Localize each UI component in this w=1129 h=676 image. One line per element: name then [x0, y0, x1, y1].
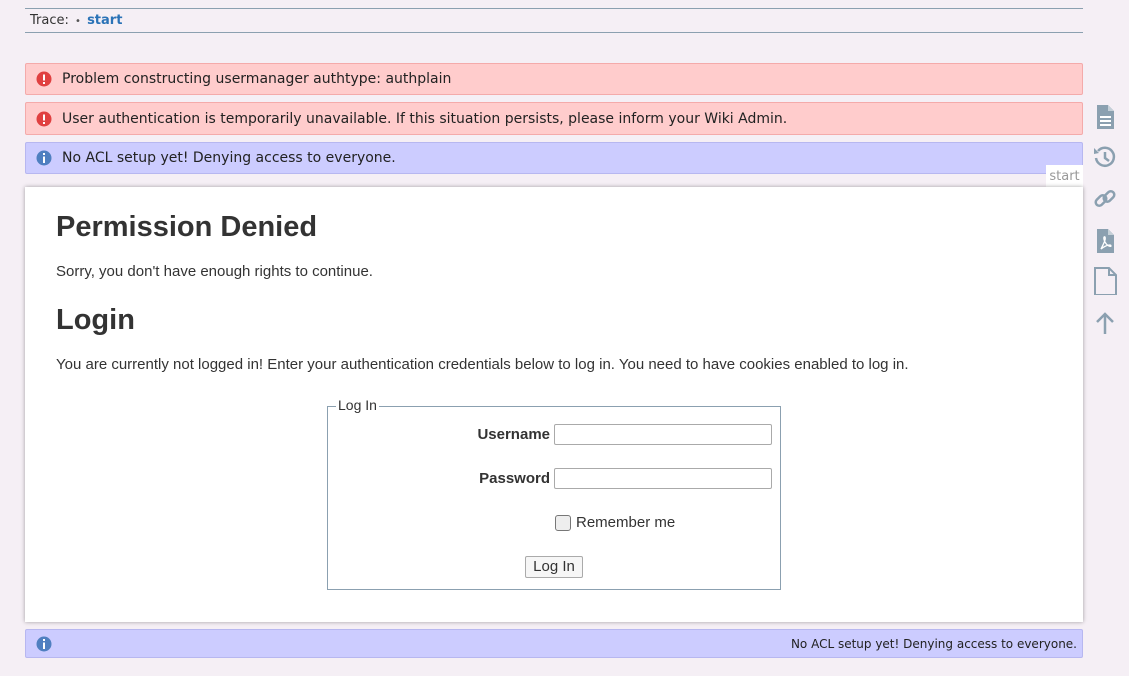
trace-link-start[interactable]: start: [87, 13, 122, 28]
odt-export-icon: [1094, 267, 1117, 296]
info-icon: [36, 150, 52, 166]
page-title: Permission Denied: [56, 211, 318, 243]
error-message: Problem constructing usermanager authtyp…: [25, 63, 1083, 95]
password-input[interactable]: [554, 468, 772, 489]
trace-label: Trace:: [30, 13, 69, 28]
permission-text: Sorry, you don't have enough rights to c…: [56, 263, 373, 280]
login-heading: Login: [56, 304, 135, 336]
error-message-text: User authentication is temporarily unava…: [62, 111, 788, 127]
back-to-top-icon: [1096, 312, 1114, 334]
info-message-text: No ACL setup yet! Denying access to ever…: [62, 150, 396, 166]
username-input[interactable]: [554, 424, 772, 445]
password-label: Password: [479, 470, 550, 487]
back-to-top-tool[interactable]: [1092, 309, 1118, 337]
login-legend: Log In: [336, 397, 379, 413]
login-form: Log In Username Password Remember me Log…: [327, 397, 781, 590]
old-revisions-icon: [1094, 146, 1116, 167]
backlinks-icon: [1094, 189, 1116, 208]
show-page-icon: [1097, 105, 1114, 129]
error-message: User authentication is temporarily unava…: [25, 102, 1083, 135]
error-icon: [36, 111, 52, 126]
page-id-tab: start: [1046, 165, 1083, 187]
remember-me-label[interactable]: Remember me: [576, 514, 675, 531]
info-message-footer: No ACL setup yet! Denying access to ever…: [25, 629, 1083, 658]
trace-bullet: •: [75, 16, 81, 27]
remember-me-checkbox[interactable]: [555, 515, 571, 531]
show-page-tool[interactable]: [1092, 103, 1118, 131]
export-pdf-tool[interactable]: [1092, 227, 1118, 255]
login-info-text: You are currently not logged in! Enter y…: [56, 356, 909, 373]
old-revisions-tool[interactable]: [1092, 143, 1118, 171]
error-icon: [36, 71, 52, 87]
odt-export-tool[interactable]: [1092, 267, 1118, 296]
export-pdf-icon: [1097, 229, 1114, 253]
info-message: No ACL setup yet! Denying access to ever…: [25, 142, 1083, 174]
backlinks-tool[interactable]: [1092, 185, 1118, 213]
error-message-text: Problem constructing usermanager authtyp…: [62, 71, 452, 87]
page-content: Permission Denied Sorry, you don't have …: [25, 187, 1083, 622]
login-button[interactable]: Log In: [525, 556, 583, 578]
breadcrumb-trace: Trace: • start: [25, 8, 1083, 33]
info-message-text: No ACL setup yet! Denying access to ever…: [790, 637, 1077, 651]
info-icon: [36, 636, 52, 651]
username-label: Username: [477, 426, 550, 443]
